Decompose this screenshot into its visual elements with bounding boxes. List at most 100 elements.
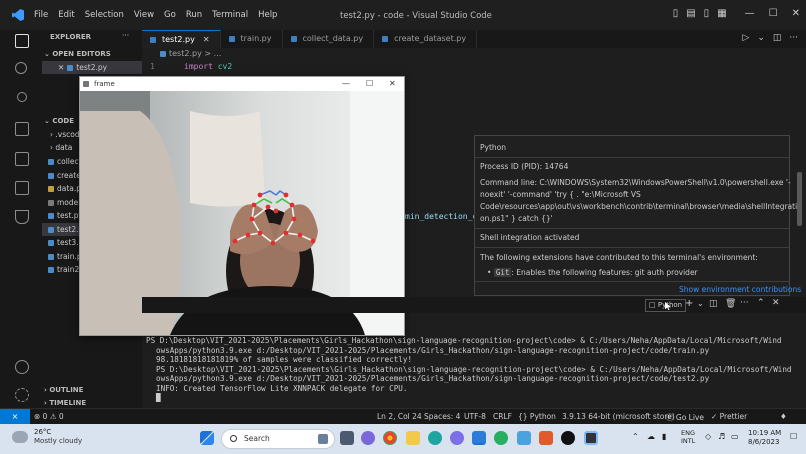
volume-icon[interactable]: ♬ <box>718 432 725 441</box>
more-actions-icon[interactable]: ··· <box>789 33 798 43</box>
tab-create-dataset[interactable]: create_dataset.py <box>374 30 478 48</box>
run-debug-icon[interactable] <box>15 122 29 136</box>
battery-icon[interactable]: ▮ <box>662 432 666 441</box>
toggle-sidebar-icon[interactable]: ▯ <box>673 8 679 19</box>
testing-icon[interactable] <box>15 210 29 224</box>
notifications-bell-icon[interactable]: ♦ <box>780 412 787 421</box>
window-title: test2.py - code - Visual Studio Code <box>340 11 492 21</box>
toggle-panel-icon[interactable]: ▤ <box>686 8 695 19</box>
maximize-panel-icon[interactable]: ⌃ <box>757 298 765 308</box>
app-icon[interactable] <box>539 431 553 445</box>
cloud-icon[interactable]: ☁ <box>647 432 655 441</box>
split-terminal-icon[interactable]: ◫ <box>709 299 718 309</box>
split-editor-icon[interactable]: ◫ <box>773 33 782 43</box>
close-tab-icon[interactable]: ✕ <box>203 35 210 44</box>
app-icon[interactable] <box>517 431 531 445</box>
notification-center-icon[interactable]: ☐ <box>790 432 797 441</box>
terminal-dropdown-icon[interactable]: ⌄ <box>697 299 704 308</box>
tab-collect-data[interactable]: collect_data.py <box>283 30 375 48</box>
more-actions-icon[interactable]: ··· <box>122 31 129 40</box>
customize-layout-icon[interactable]: ▦ <box>717 8 726 19</box>
editor-scrollbar[interactable] <box>797 172 802 226</box>
run-dropdown-icon[interactable]: ⌄ <box>757 33 765 43</box>
open-editors-section[interactable]: ⌄ OPEN EDITORS <box>42 48 142 61</box>
frame-minimize-icon[interactable]: — <box>342 77 350 91</box>
python-file-icon <box>150 37 156 43</box>
problems-indicator[interactable]: ⊗ 0 ⚠ 0 <box>34 412 64 421</box>
clock-date[interactable]: 8/6/2023 <box>748 438 779 446</box>
menu-file[interactable]: File <box>34 10 48 20</box>
window-controls: ▯ ▤ ▯ ▦ — ☐ ✕ <box>673 8 800 19</box>
tab-train[interactable]: train.py <box>221 30 283 48</box>
show-contributions-link[interactable]: Show environment contributions <box>679 285 801 294</box>
new-terminal-icon[interactable]: + <box>685 298 693 309</box>
file-encoding[interactable]: UTF-8 <box>464 412 486 421</box>
edge-icon[interactable] <box>428 431 442 445</box>
language-mode[interactable]: {} Python <box>518 412 556 421</box>
chat-icon[interactable] <box>361 431 375 445</box>
wifi-icon[interactable]: ◇ <box>705 432 711 441</box>
frame-maximize-icon[interactable]: ☐ <box>366 77 373 91</box>
settings-gear-icon[interactable] <box>15 388 29 402</box>
cursor-position[interactable]: Ln 2, Col 24 <box>377 412 422 421</box>
battery-status-icon[interactable]: ▭ <box>731 432 739 441</box>
run-python-file-icon[interactable]: ▷ <box>742 33 749 43</box>
weather-cloud-icon[interactable] <box>12 431 28 443</box>
menu-go[interactable]: Go <box>164 10 176 20</box>
source-control-icon[interactable] <box>17 92 27 102</box>
task-view-icon[interactable] <box>340 431 354 445</box>
keyboard-lang-1[interactable]: ENG <box>681 429 695 437</box>
code-line-1[interactable]: import cv2 <box>184 62 232 71</box>
close-window-icon[interactable]: ✕ <box>792 8 800 19</box>
tab-test2[interactable]: test2.py ✕ <box>142 30 221 48</box>
extensions-icon[interactable] <box>15 152 29 166</box>
terminal-line: INFO: Created TensorFlow Lite XNNPACK de… <box>156 383 408 393</box>
end-of-line[interactable]: CRLF <box>493 412 512 421</box>
menu-selection[interactable]: Selection <box>85 10 124 20</box>
frame-titlebar[interactable]: frame — ☐ ✕ <box>80 77 404 91</box>
search-icon[interactable] <box>15 62 27 74</box>
weather-temp[interactable]: 26°C <box>34 428 51 436</box>
kill-terminal-icon[interactable]: 🗑 <box>725 299 736 309</box>
explorer-icon[interactable] <box>15 34 29 48</box>
prettier-status[interactable]: ✓ Prettier <box>711 412 747 421</box>
go-live-button[interactable]: Ⓟ Go Live <box>666 412 704 423</box>
show-hidden-icons-icon[interactable]: ⌃ <box>632 432 639 441</box>
menu-edit[interactable]: Edit <box>58 10 74 20</box>
open-editor-item[interactable]: ✕ test2.py <box>42 61 142 74</box>
media-player-icon[interactable] <box>561 431 575 445</box>
indentation[interactable]: Spaces: 4 <box>424 412 460 421</box>
maximize-icon[interactable]: ☐ <box>769 8 778 19</box>
toggle-secondary-sidebar-icon[interactable]: ▯ <box>704 8 710 19</box>
opencv-frame-taskbar-icon[interactable] <box>584 431 598 445</box>
remote-explorer-icon[interactable] <box>15 181 29 195</box>
minimize-icon[interactable]: — <box>745 8 755 19</box>
close-panel-icon[interactable]: ✕ <box>772 298 780 308</box>
menu-run[interactable]: Run <box>186 10 202 20</box>
keyboard-lang-2[interactable]: INTL <box>681 437 695 445</box>
more-actions-icon[interactable]: ··· <box>740 298 749 308</box>
weather-desc[interactable]: Mostly cloudy <box>34 437 82 445</box>
taskbar-search-box[interactable]: Search <box>221 429 335 449</box>
menu-terminal[interactable]: Terminal <box>212 10 248 20</box>
whatsapp-icon[interactable] <box>494 431 508 445</box>
vscode-taskbar-icon[interactable] <box>472 431 486 445</box>
menu-view[interactable]: View <box>134 10 154 20</box>
file-explorer-icon[interactable] <box>406 431 420 445</box>
remote-indicator-icon[interactable]: ⨯ <box>0 409 30 425</box>
breadcrumb-more[interactable]: ... <box>214 49 222 58</box>
account-icon[interactable] <box>15 360 29 374</box>
app-icon[interactable] <box>450 431 464 445</box>
menu-help[interactable]: Help <box>258 10 277 20</box>
terminal-output[interactable]: PS D:\Desktop\VIT_2021-2025\Placements\G… <box>142 336 792 403</box>
outline-section[interactable]: › OUTLINE <box>42 384 142 397</box>
chrome-icon[interactable] <box>383 431 397 445</box>
hover-heading: Python <box>480 143 506 152</box>
hover-pid: Process ID (PID): 14764 <box>480 162 569 171</box>
vscode-logo-icon <box>12 9 24 21</box>
code-fragment[interactable]: min_detection_c <box>405 212 477 221</box>
python-interpreter[interactable]: 3.9.13 64-bit (microsoft store) <box>562 412 675 421</box>
frame-close-icon[interactable]: ✕ <box>389 77 396 91</box>
clock-time[interactable]: 10:19 AM <box>748 429 781 437</box>
windows-start-icon[interactable] <box>200 431 214 445</box>
